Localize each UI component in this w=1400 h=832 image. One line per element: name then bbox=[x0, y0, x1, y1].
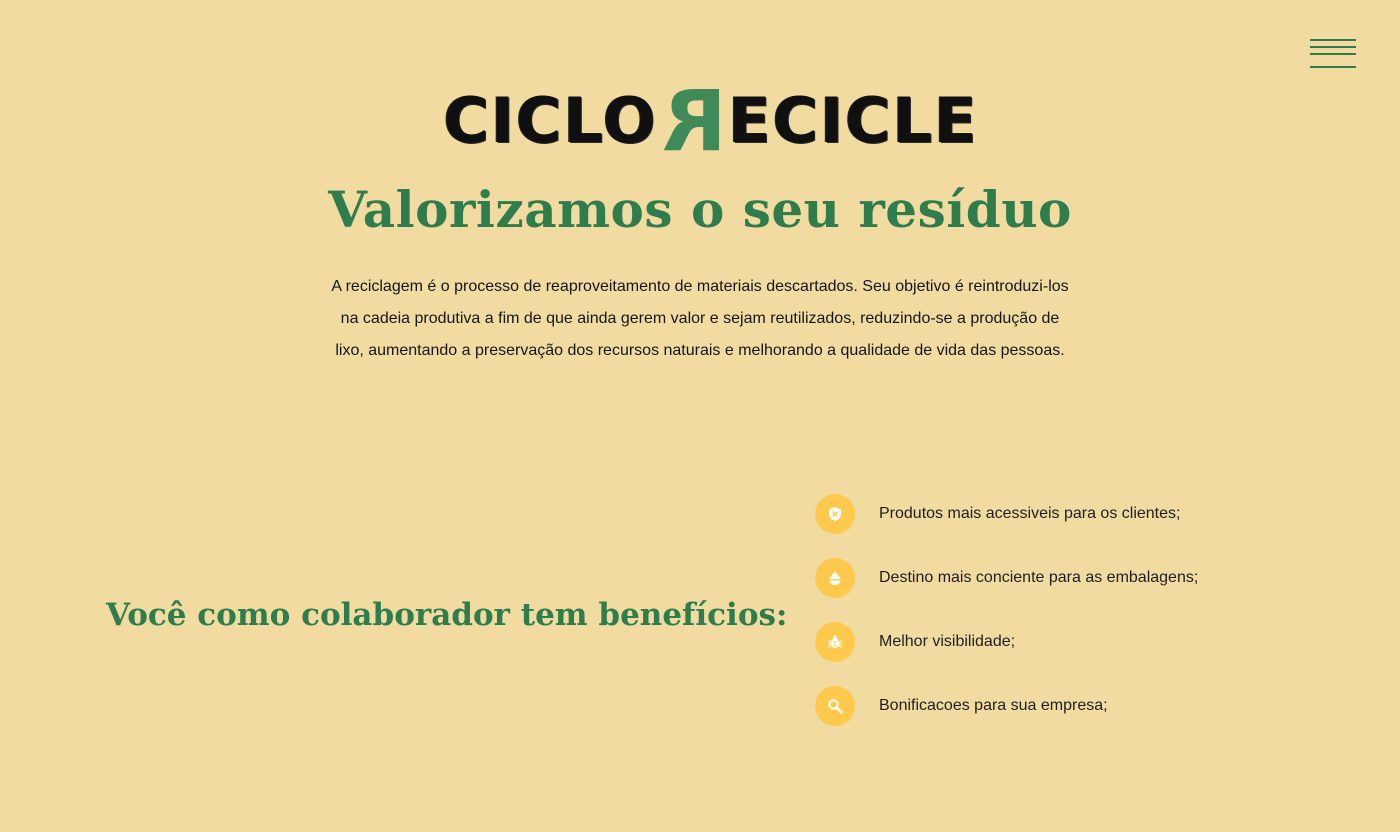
bug-icon bbox=[815, 622, 855, 662]
menu-bar-bottom bbox=[1310, 66, 1356, 68]
benefit-item-bonuses: Bonificacoes para sua empresa; bbox=[815, 686, 1335, 750]
drop-icon bbox=[815, 558, 855, 598]
benefits-list: Produtos mais acessiveis para os cliente… bbox=[815, 494, 1335, 750]
benefit-label: Melhor visibilidade; bbox=[879, 633, 1016, 650]
menu-bar-top bbox=[1310, 39, 1356, 41]
search-icon bbox=[815, 686, 855, 726]
hamburger-menu-icon[interactable] bbox=[1310, 39, 1356, 69]
shield-icon bbox=[815, 494, 855, 534]
benefits-title: Você como colaborador tem benefícios: bbox=[106, 597, 788, 633]
logo-text-left: CICLO bbox=[443, 84, 658, 157]
logo-mark: R bbox=[659, 72, 727, 170]
menu-bar-middle bbox=[1310, 46, 1356, 48]
benefit-label: Destino mais conciente para as embalagen… bbox=[879, 569, 1199, 586]
menu-bar-lower bbox=[1310, 53, 1356, 55]
hero-description: A reciclagem é o processo de reaproveita… bbox=[331, 278, 1069, 359]
ciclorecicle-logo: CICLO R ECICLE bbox=[440, 72, 982, 170]
benefit-item-accessible-products: Produtos mais acessiveis para os cliente… bbox=[815, 494, 1335, 558]
benefit-item-visibility: Melhor visibilidade; bbox=[815, 622, 1335, 686]
benefit-label: Produtos mais acessiveis para os cliente… bbox=[879, 505, 1181, 522]
logo-text-right: ECICLE bbox=[728, 84, 979, 157]
hero-title: Valorizamos o seu resíduo bbox=[328, 180, 1072, 239]
benefit-item-conscious-destination: Destino mais conciente para as embalagen… bbox=[815, 558, 1335, 622]
benefit-label: Bonificacoes para sua empresa; bbox=[879, 697, 1108, 714]
